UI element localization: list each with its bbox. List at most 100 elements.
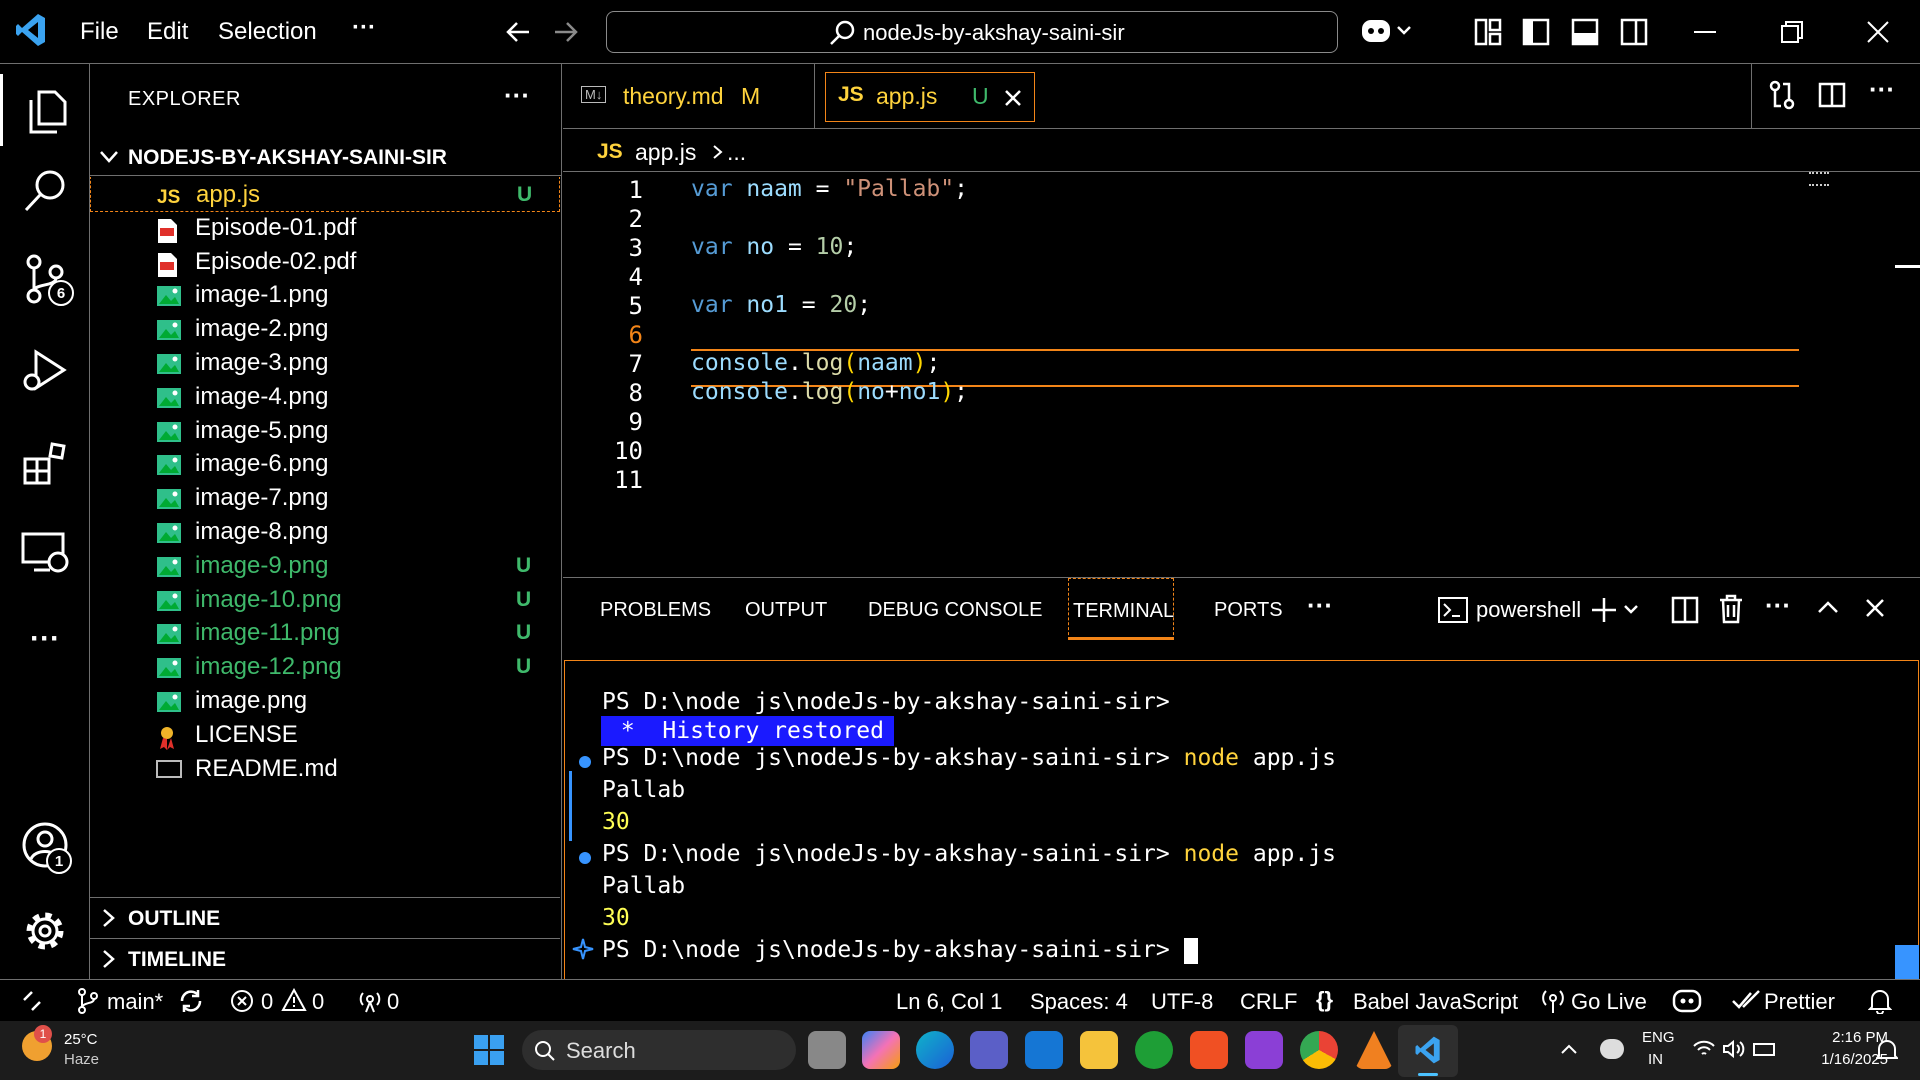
back-arrow-icon[interactable] xyxy=(505,20,531,44)
command-decoration-icon[interactable] xyxy=(579,756,591,768)
notifications-bell-icon[interactable] xyxy=(1868,988,1892,1014)
source-control-icon[interactable]: 6 xyxy=(18,252,74,306)
extensions-icon[interactable] xyxy=(18,436,72,490)
file-item[interactable]: LICENSE xyxy=(90,717,560,753)
weather-desc[interactable]: Haze xyxy=(64,1051,99,1068)
menu-file[interactable]: File xyxy=(80,18,119,46)
task-view-icon[interactable] xyxy=(808,1031,846,1069)
explorer-more-icon[interactable]: ··· xyxy=(504,80,530,111)
file-item[interactable]: JS app.js U xyxy=(90,177,560,212)
brave-icon[interactable] xyxy=(1190,1031,1228,1069)
forward-arrow-icon[interactable] xyxy=(553,20,579,44)
open-changes-icon[interactable] xyxy=(1767,80,1797,110)
search-activity-icon[interactable] xyxy=(18,164,72,218)
terminal-scrollbar[interactable] xyxy=(1895,945,1919,979)
breadcrumb-file[interactable]: app.js xyxy=(635,139,696,166)
teams-icon[interactable] xyxy=(970,1031,1008,1069)
new-terminal-icon[interactable] xyxy=(1592,596,1640,624)
tab-terminal[interactable]: TERMINAL xyxy=(1068,578,1174,640)
folder-header[interactable]: NODEJS-BY-AKSHAY-SAINI-SIR xyxy=(90,138,562,176)
language-eng[interactable]: ENG xyxy=(1642,1029,1675,1046)
copilot-app-icon[interactable] xyxy=(862,1031,900,1069)
minimize-icon[interactable] xyxy=(1694,30,1718,34)
sparkle-icon[interactable] xyxy=(571,937,595,961)
file-item[interactable]: image-1.png xyxy=(90,277,560,313)
tab-debug-console[interactable]: DEBUG CONSOLE xyxy=(868,599,1042,622)
file-item[interactable]: image-7.png xyxy=(90,480,560,516)
file-item[interactable]: image-9.png U xyxy=(90,548,560,584)
toggle-panel-icon[interactable] xyxy=(1571,18,1599,46)
show-hidden-icons-chevron-up-icon[interactable] xyxy=(1560,1043,1578,1055)
windows-start-icon[interactable] xyxy=(474,1035,504,1065)
error-icon[interactable] xyxy=(230,989,254,1013)
menu-more[interactable]: ··· xyxy=(352,14,376,42)
line-ending[interactable]: CRLF xyxy=(1240,989,1297,1015)
warning-count[interactable]: 0 xyxy=(312,989,324,1015)
wifi-icon[interactable] xyxy=(1692,1039,1716,1059)
terminal-more-icon[interactable]: ··· xyxy=(1765,590,1791,621)
mail-icon[interactable] xyxy=(1025,1031,1063,1069)
language-mode[interactable]: Babel JavaScript xyxy=(1353,989,1518,1015)
taskbar-search-box[interactable]: Search xyxy=(522,1030,796,1070)
tab-problems[interactable]: PROBLEMS xyxy=(600,599,711,622)
tab-app-js[interactable]: JS app.js U xyxy=(825,72,1035,122)
menu-selection[interactable]: Selection xyxy=(218,18,317,46)
maximize-panel-chevron-up-icon[interactable] xyxy=(1817,600,1839,614)
language-in[interactable]: IN xyxy=(1648,1051,1663,1068)
file-item[interactable]: image-4.png xyxy=(90,379,560,415)
copilot-icon[interactable] xyxy=(1360,16,1412,46)
terminal[interactable]: PS D:\node js\nodeJs-by-akshay-saini-sir… xyxy=(564,660,1919,980)
code-editor[interactable]: 1 var naam = "Pallab"; 2 3 var no = 10; 4 5 var… xyxy=(563,172,1920,577)
kill-terminal-trash-icon[interactable] xyxy=(1718,594,1744,624)
weather-temp[interactable]: 25°C xyxy=(64,1031,98,1048)
git-branch-label[interactable]: main* xyxy=(107,989,163,1015)
notification-center-icon[interactable] xyxy=(1876,1039,1898,1061)
tab-ports[interactable]: PORTS xyxy=(1214,599,1283,622)
minimap[interactable] xyxy=(1809,172,1829,186)
indentation[interactable]: Spaces: 4 xyxy=(1030,989,1128,1015)
file-explorer-icon[interactable] xyxy=(1080,1031,1118,1069)
toggle-secondary-sidebar-icon[interactable] xyxy=(1620,18,1648,46)
restore-icon[interactable] xyxy=(1780,20,1804,44)
menu-edit[interactable]: Edit xyxy=(147,18,188,46)
git-branch-icon[interactable] xyxy=(76,988,100,1014)
panel-more-icon[interactable]: ··· xyxy=(1307,590,1333,621)
file-item[interactable]: image-2.png xyxy=(90,311,560,347)
split-editor-icon[interactable] xyxy=(1818,82,1846,108)
clock-date[interactable]: 1/16/2025 xyxy=(1798,1051,1888,1068)
file-item[interactable]: Episode-02.pdf xyxy=(90,244,560,280)
close-tab-icon[interactable] xyxy=(1004,89,1022,107)
ports-count[interactable]: 0 xyxy=(387,989,399,1015)
more-activity-icon[interactable]: ··· xyxy=(18,612,72,666)
customize-layout-icon[interactable] xyxy=(1474,18,1502,46)
file-item[interactable]: image.png xyxy=(90,683,560,719)
file-item[interactable]: Episode-01.pdf xyxy=(90,210,560,246)
cursor-position[interactable]: Ln 6, Col 1 xyxy=(896,989,1002,1015)
split-terminal-icon[interactable] xyxy=(1671,596,1699,624)
close-panel-icon[interactable] xyxy=(1865,598,1885,618)
remote-explorer-icon[interactable] xyxy=(18,526,72,580)
warning-icon[interactable] xyxy=(281,988,307,1012)
accounts-icon[interactable]: 1 xyxy=(18,818,72,874)
remote-icon[interactable] xyxy=(22,990,42,1012)
volume-icon[interactable] xyxy=(1722,1039,1746,1059)
file-item[interactable]: image-5.png xyxy=(90,413,560,449)
timeline-section[interactable]: TIMELINE xyxy=(90,938,560,978)
copilot-status-icon[interactable] xyxy=(1672,988,1702,1014)
editor-more-icon[interactable]: ··· xyxy=(1869,74,1895,105)
app-icon[interactable] xyxy=(1245,1031,1283,1069)
settings-gear-icon[interactable] xyxy=(18,904,72,958)
tab-theory-md[interactable]: M↓ theory.md M xyxy=(563,64,815,128)
encoding[interactable]: UTF-8 xyxy=(1151,989,1213,1015)
file-item[interactable]: image-6.png xyxy=(90,446,560,482)
explorer-icon[interactable] xyxy=(0,74,90,146)
command-decoration-icon[interactable] xyxy=(579,852,591,864)
tab-output[interactable]: OUTPUT xyxy=(745,599,827,622)
toggle-sidebar-icon[interactable] xyxy=(1522,18,1550,46)
battery-icon[interactable] xyxy=(1752,1039,1778,1059)
outline-section[interactable]: OUTLINE xyxy=(90,897,560,937)
error-count[interactable]: 0 xyxy=(261,989,273,1015)
command-center-search[interactable]: nodeJs-by-akshay-saini-sir xyxy=(606,11,1338,53)
sync-icon[interactable] xyxy=(178,988,204,1014)
breadcrumb-more[interactable]: ... xyxy=(727,139,746,166)
